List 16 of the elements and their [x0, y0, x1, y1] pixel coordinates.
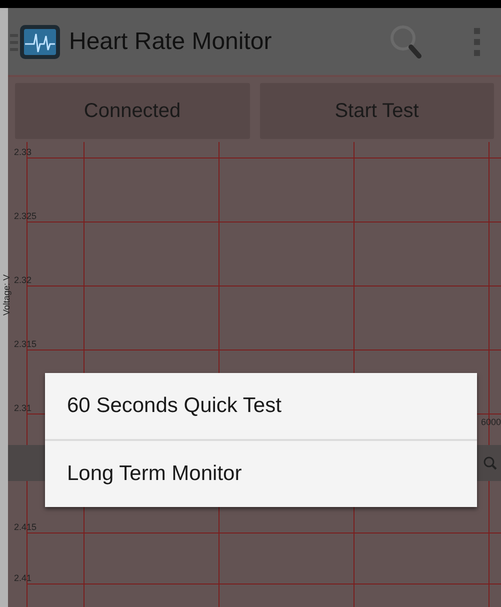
y-tick-label: 2.415 [14, 522, 37, 532]
dialog-option[interactable]: Long Term Monitor [45, 441, 477, 507]
y-tick-label: 2.32 [14, 275, 32, 285]
zoom-icon[interactable] [483, 456, 497, 470]
app-title: Heart Rate Monitor [69, 26, 272, 56]
y-tick-label: 2.325 [14, 211, 37, 221]
dialog-option[interactable]: 60 Seconds Quick Test [45, 373, 477, 439]
y-tick-label: 2.41 [14, 573, 32, 583]
y-tick-label: 2.31 [14, 403, 32, 413]
y-axis-label: Voltage: V [2, 274, 12, 316]
overflow-menu-icon[interactable] [474, 28, 480, 56]
y-tick-label: 2.33 [14, 147, 32, 157]
x-tick-label: 6000 [480, 417, 501, 427]
monitor-icon [19, 24, 61, 60]
search-icon[interactable] [388, 22, 424, 60]
y-tick-label: 2.315 [14, 339, 37, 349]
